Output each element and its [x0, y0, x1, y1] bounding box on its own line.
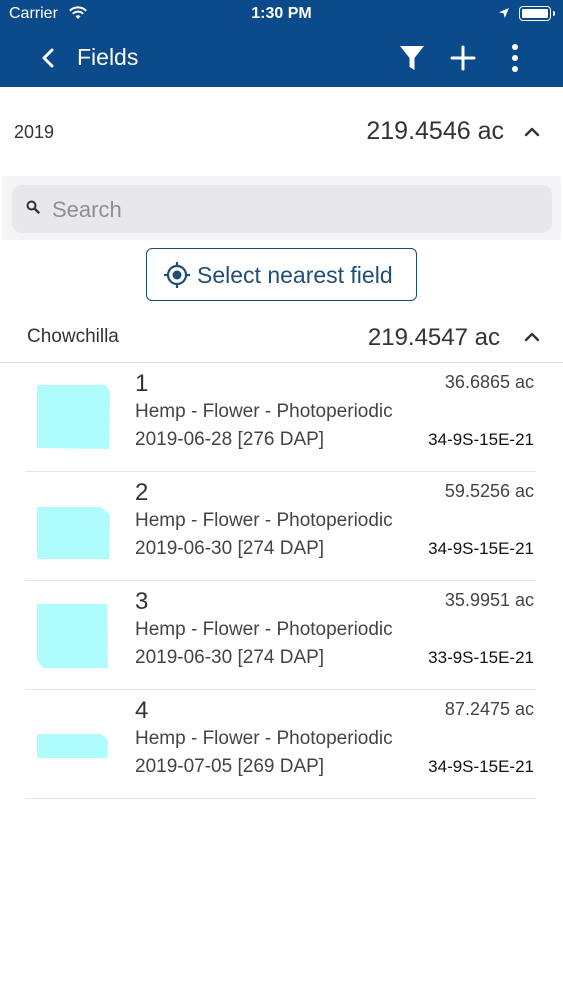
field-boundary-thumbnail	[37, 604, 108, 668]
list-item[interactable]: 2 Hemp - Flower - Photoperiodic 2019-06-…	[25, 472, 536, 581]
status-bar: Carrier 1:30 PM	[0, 0, 563, 30]
field-list: 1 Hemp - Flower - Photoperiodic 2019-06-…	[0, 363, 563, 799]
chevron-up-icon[interactable]	[521, 326, 543, 348]
field-boundary-thumbnail	[37, 507, 110, 559]
field-crop: Hemp - Flower - Photoperiodic	[135, 619, 393, 640]
search-icon	[26, 200, 40, 214]
location-services-icon	[499, 8, 509, 18]
clock: 1:30 PM	[251, 5, 312, 22]
field-area: 87.2475 ac	[444, 699, 534, 719]
field-crop: Hemp - Flower - Photoperiodic	[135, 728, 393, 749]
field-name: 2	[135, 479, 149, 506]
field-legal-description: 34-9S-15E-21	[428, 757, 534, 776]
search-bar	[2, 176, 561, 240]
field-area: 35.9951 ac	[444, 590, 534, 610]
select-nearest-field-button[interactable]: Select nearest field	[146, 248, 417, 301]
field-name: 1	[135, 370, 149, 397]
field-legal-description: 33-9S-15E-21	[428, 648, 534, 667]
field-legal-description: 34-9S-15E-21	[428, 430, 534, 449]
battery-icon	[519, 6, 555, 21]
field-planting-date: 2019-06-28 [276 DAP]	[135, 429, 325, 450]
field-crop: Hemp - Flower - Photoperiodic	[135, 510, 393, 531]
back-arrow-icon[interactable]	[34, 43, 62, 73]
farm-header[interactable]: Chowchilla 219.4547 ac	[0, 310, 563, 363]
list-item[interactable]: 4 Hemp - Flower - Photoperiodic 2019-07-…	[25, 690, 536, 799]
select-nearest-field-label: Select nearest field	[197, 262, 393, 288]
field-name: 3	[135, 588, 149, 615]
field-planting-date: 2019-06-30 [274 DAP]	[135, 647, 325, 668]
farm-total-area: 219.4547 ac	[367, 324, 500, 351]
list-item[interactable]: 1 Hemp - Flower - Photoperiodic 2019-06-…	[25, 363, 536, 472]
search-input[interactable]	[50, 193, 534, 227]
list-item[interactable]: 3 Hemp - Flower - Photoperiodic 2019-06-…	[25, 581, 536, 690]
field-planting-date: 2019-07-05 [269 DAP]	[135, 756, 325, 777]
field-boundary-thumbnail	[37, 734, 108, 758]
field-planting-date: 2019-06-30 [274 DAP]	[135, 538, 325, 559]
season-header[interactable]: 2019 219.4546 ac	[0, 100, 563, 164]
field-boundary-thumbnail	[37, 385, 110, 449]
field-name: 4	[135, 697, 149, 724]
crosshair-icon	[164, 262, 190, 288]
chevron-up-icon[interactable]	[521, 121, 543, 143]
search-box[interactable]	[12, 185, 552, 233]
app-header: Carrier 1:30 PM Fields	[0, 0, 563, 87]
field-area: 59.5256 ac	[444, 481, 534, 501]
field-crop: Hemp - Flower - Photoperiodic	[135, 401, 393, 422]
filter-icon[interactable]	[397, 42, 427, 74]
season-label: 2019	[14, 122, 55, 142]
farm-label: Chowchilla	[27, 326, 119, 347]
plus-icon[interactable]	[449, 44, 477, 72]
season-total-area: 219.4546 ac	[366, 117, 504, 145]
field-area: 36.6865 ac	[444, 372, 534, 392]
field-legal-description: 34-9S-15E-21	[428, 539, 534, 558]
more-vertical-icon[interactable]	[505, 42, 525, 74]
page-title: Fields	[77, 44, 139, 70]
